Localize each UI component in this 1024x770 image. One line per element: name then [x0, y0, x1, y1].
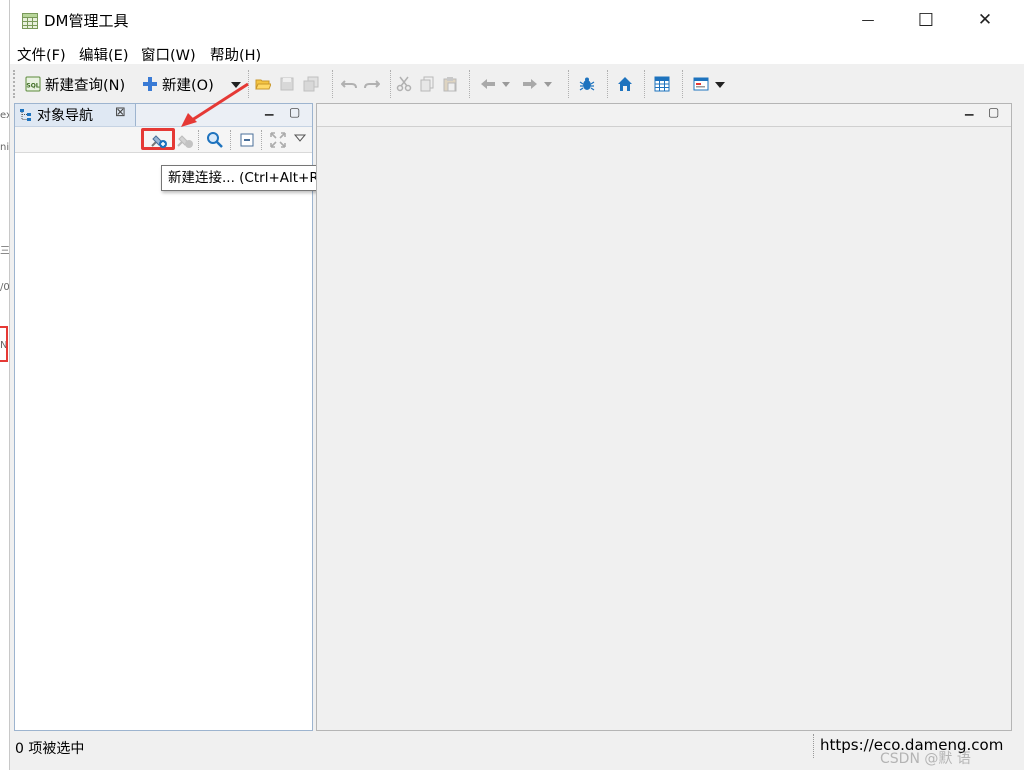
back-dropdown-icon: [502, 82, 510, 87]
background-highlight: [0, 326, 8, 362]
maximize-button[interactable]: ☐: [897, 0, 955, 40]
layout-dropdown-button[interactable]: [714, 72, 726, 96]
undo-button[interactable]: [341, 72, 357, 96]
paste-button[interactable]: [442, 72, 458, 96]
save-all-button[interactable]: [303, 72, 319, 96]
collapse-all-button[interactable]: [238, 131, 256, 149]
disconnect-icon: [177, 135, 193, 148]
debug-button[interactable]: [579, 72, 595, 96]
save-icon: [280, 77, 294, 91]
collapse-all-icon: [240, 133, 254, 147]
minimize-button[interactable]: —: [839, 0, 897, 40]
back-dropdown-button[interactable]: [501, 72, 511, 96]
editor-area: [316, 103, 1012, 731]
home-button[interactable]: [617, 72, 633, 96]
tab-close-icon[interactable]: ⊠: [115, 105, 126, 120]
navigator-tab-label: 对象导航: [37, 108, 93, 124]
new-connection-button[interactable]: [150, 131, 168, 149]
cut-button[interactable]: [396, 72, 412, 96]
redo-button[interactable]: [364, 72, 380, 96]
window-layout-icon: [693, 77, 709, 91]
layout-button[interactable]: [693, 72, 709, 96]
redo-icon: [364, 80, 380, 89]
search-button[interactable]: [206, 131, 224, 149]
menu-help[interactable]: 帮助(H): [210, 44, 261, 65]
table-grid-icon: [654, 76, 670, 92]
open-folder-icon: [255, 79, 271, 90]
new-query-label: 新建查询(N): [45, 77, 126, 94]
status-separator: [813, 734, 815, 758]
editor-header: [317, 104, 1011, 127]
maximize-icon: ☐: [917, 9, 935, 31]
save-all-icon: [303, 76, 319, 92]
svg-text:SQL: SQL: [26, 83, 39, 90]
navigator-tree-icon: [20, 109, 31, 121]
close-button[interactable]: ✕: [956, 0, 1014, 40]
table-button[interactable]: [654, 72, 670, 96]
forward-arrow-icon: [523, 79, 537, 89]
menu-window[interactable]: 窗口(W): [141, 44, 196, 65]
new-connection-tooltip: 新建连接... (Ctrl+Alt+R): [161, 165, 332, 191]
right-edge-strip: [1012, 64, 1024, 734]
paste-icon: [443, 77, 457, 92]
forward-button[interactable]: [522, 72, 538, 96]
back-arrow-icon: [481, 79, 495, 89]
annotation-arrow: [181, 82, 249, 127]
back-button[interactable]: [480, 72, 496, 96]
selection-status: 0 项被选中: [15, 741, 85, 757]
app-icon: [22, 13, 38, 29]
navigator-maximize-icon[interactable]: ▢: [289, 105, 300, 119]
copy-button[interactable]: [419, 72, 435, 96]
cut-icon: [396, 76, 412, 92]
dm-manager-window: DM管理工具 — ☐ ✕ 文件(F) 编辑(E) 窗口(W) 帮助(H) SQL…: [9, 0, 1024, 770]
layout-dropdown-icon: [715, 82, 725, 88]
new-query-button[interactable]: SQL 新建查询(N): [25, 72, 125, 96]
open-button[interactable]: [255, 72, 271, 96]
plus-icon: [143, 77, 157, 91]
close-icon: ✕: [977, 10, 993, 30]
copy-icon: [420, 76, 434, 92]
debug-bug-icon: [579, 77, 595, 91]
menu-file[interactable]: 文件(F): [17, 44, 66, 65]
home-icon: [618, 77, 632, 91]
editor-minimize-icon[interactable]: ▁: [965, 103, 973, 116]
new-connection-icon: [151, 135, 167, 148]
save-button[interactable]: [279, 72, 295, 96]
disconnect-button[interactable]: [176, 131, 194, 149]
menu-edit[interactable]: 编辑(E): [79, 44, 128, 65]
undo-icon: [341, 80, 357, 89]
window-title: DM管理工具: [44, 12, 129, 30]
sql-icon: SQL: [25, 76, 41, 92]
background-text-4: /0: [0, 282, 9, 293]
background-text-1: ex: [0, 110, 9, 121]
tab-object-navigator[interactable]: 对象导航 ⊠: [15, 104, 136, 126]
forward-dropdown-button[interactable]: [543, 72, 553, 96]
forward-dropdown-icon: [544, 82, 552, 87]
view-menu-button[interactable]: [293, 131, 307, 145]
editor-maximize-icon[interactable]: ▢: [988, 105, 999, 119]
expand-icon: [270, 132, 286, 148]
view-menu-icon: [293, 134, 307, 142]
minimize-icon: —: [861, 12, 875, 28]
object-navigator-panel: [14, 103, 313, 731]
expand-button[interactable]: [269, 131, 287, 149]
navigator-minimize-icon[interactable]: ▁: [265, 103, 273, 116]
background-text-3: 三: [0, 246, 9, 257]
search-icon: [207, 132, 223, 148]
watermark: CSDN @默 语: [880, 751, 971, 767]
background-text-2: ni: [0, 142, 9, 153]
